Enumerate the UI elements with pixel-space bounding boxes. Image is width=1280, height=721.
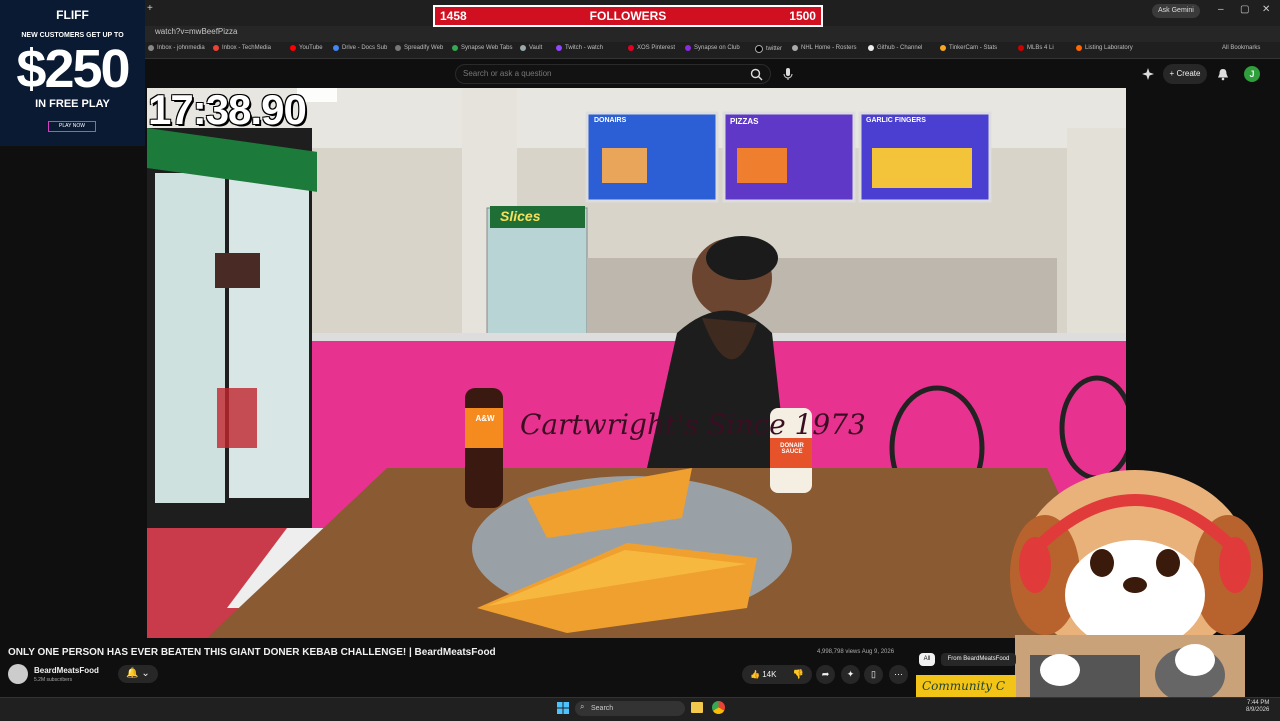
- close-icon[interactable]: ✕: [1262, 4, 1270, 15]
- more-icon: ⋯: [894, 669, 903, 679]
- bookmark-item[interactable]: Inbox - TechMedia: [213, 45, 271, 51]
- followers-label: FOLLOWERS: [589, 9, 667, 23]
- bookmark-item[interactable]: Github - Channel: [868, 45, 922, 51]
- view-count: 4,998,798 views Aug 9, 2026: [817, 649, 895, 655]
- create-button[interactable]: + Create: [1163, 64, 1207, 84]
- subscriber-count: 5.2M subscribers: [34, 677, 73, 683]
- taskbar-search-icon: ⌕: [580, 702, 585, 711]
- taskbar-search[interactable]: Search: [575, 701, 685, 716]
- ad-brand: FLIFF: [56, 8, 89, 22]
- bookmark-item[interactable]: TinkerCam - Stats: [940, 45, 997, 51]
- ask-gemini-button[interactable]: Ask Gemini: [1152, 4, 1200, 18]
- followers-current: 1458: [440, 9, 467, 23]
- account-avatar[interactable]: J: [1244, 66, 1260, 82]
- video-title: ONLY ONE PERSON HAS EVER BEATEN THIS GIA…: [8, 647, 496, 658]
- video-player[interactable]: [147, 88, 1126, 638]
- chip-all[interactable]: All: [919, 653, 935, 666]
- chevron-down-icon: ⌄: [141, 668, 150, 679]
- ask-button[interactable]: ✦: [841, 665, 860, 684]
- bottle-label: A&W: [475, 414, 495, 423]
- bookmark-item[interactable]: YouTube: [290, 45, 323, 51]
- bookmark-item[interactable]: Synapse on Club: [685, 45, 740, 51]
- followers-goal: 1500: [789, 9, 816, 23]
- chip-from-channel[interactable]: From BeardMeatsFood: [941, 653, 1016, 666]
- search-placeholder: Search or ask a question: [463, 69, 552, 78]
- community-banner: Community C: [916, 675, 1016, 697]
- ad-play-now-button[interactable]: PLAY NOW: [48, 121, 96, 132]
- slices-sign: Slices: [500, 208, 541, 224]
- bookmark-item[interactable]: Synapse Web Tabs: [452, 45, 512, 51]
- windows-start-icon[interactable]: [557, 702, 569, 714]
- sparkle-icon: ✦: [846, 669, 855, 679]
- followers-goal-bar: 1458 FOLLOWERS 1500: [433, 5, 823, 27]
- taskbar-clock: 7:44 PM 8/9/2026: [1246, 700, 1270, 713]
- menu-board-donairs: DONAIRS: [594, 117, 627, 124]
- subscription-bell-button[interactable]: 🔔 ⌄: [118, 665, 158, 683]
- bookmark-item[interactable]: Listing Laboratory: [1076, 45, 1133, 51]
- all-bookmarks[interactable]: All Bookmarks: [1222, 45, 1260, 51]
- bookmark-item[interactable]: MLBs 4 Li: [1018, 45, 1054, 51]
- menu-board-garlic: GARLIC FINGERS: [866, 117, 926, 124]
- more-actions-button[interactable]: ⋯: [889, 665, 908, 684]
- bookmark-item[interactable]: XOS Pinterest: [628, 45, 675, 51]
- new-tab-icon[interactable]: +: [147, 3, 153, 14]
- thumbs-up-icon: 👍: [750, 670, 760, 679]
- bookmark-item[interactable]: Twitch - watch: [556, 45, 603, 51]
- dislike-button[interactable]: 👎: [789, 665, 808, 684]
- share-button[interactable]: ➦: [816, 665, 835, 684]
- microphone-icon[interactable]: [783, 67, 793, 81]
- bookmark-item[interactable]: Spreadify Web: [395, 45, 443, 51]
- dog-mascot-overlay: [1010, 470, 1263, 717]
- share-icon: ➦: [821, 669, 830, 679]
- counter-lettering: Cartwright's Since 1973: [520, 408, 866, 441]
- url-text[interactable]: watch?v=mwBeefPizza: [155, 27, 237, 36]
- video-frame-scene: [147, 88, 1126, 638]
- save-button[interactable]: ▯: [864, 665, 883, 684]
- notifications-bell-icon[interactable]: [1217, 68, 1229, 81]
- like-count: 14K: [762, 670, 777, 679]
- menu-board-pizzas: PIZZAS: [730, 117, 759, 126]
- ask-sparkle-icon[interactable]: [1142, 68, 1154, 80]
- bookmark-item[interactable]: NHL Home - Rosters: [792, 45, 856, 51]
- file-explorer-icon[interactable]: [691, 702, 703, 713]
- channel-name[interactable]: BeardMeatsFood: [34, 666, 99, 675]
- minimize-icon[interactable]: –: [1218, 4, 1224, 15]
- thumbs-down-icon: 👎: [792, 669, 805, 679]
- bookmark-item[interactable]: Drive - Docs Sub: [333, 45, 387, 51]
- chrome-icon[interactable]: [712, 701, 725, 714]
- channel-avatar[interactable]: [8, 664, 28, 684]
- bell-icon: 🔔: [126, 668, 139, 679]
- bookmark-icon: ▯: [871, 669, 876, 679]
- bookmark-item[interactable]: twitter: [755, 45, 782, 53]
- ad-amount: $250: [16, 39, 130, 99]
- search-icon[interactable]: [750, 68, 763, 81]
- bookmark-item[interactable]: Vault: [520, 45, 542, 51]
- maximize-icon[interactable]: ▢: [1240, 4, 1249, 15]
- ad-subline: IN FREE PLAY: [35, 98, 110, 110]
- donair-sauce-label: DONAIR SAUCE: [780, 443, 804, 455]
- stream-timer: 17:38.90: [148, 86, 307, 133]
- bookmark-item[interactable]: Inbox - johnmedia: [148, 45, 205, 51]
